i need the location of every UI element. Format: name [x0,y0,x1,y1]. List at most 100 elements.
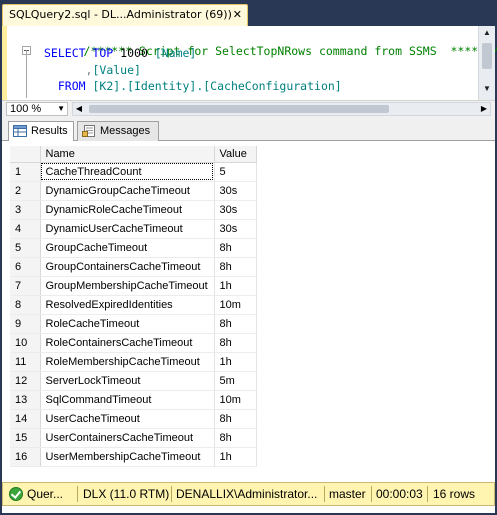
name-cell[interactable]: DynamicGroupCacheTimeout [40,181,215,201]
name-cell[interactable]: RoleCacheTimeout [40,314,215,334]
chevron-down-icon[interactable]: ▼ [57,103,65,115]
name-cell[interactable]: GroupMembershipCacheTimeout [40,276,215,296]
scroll-up-icon[interactable]: ▲ [482,28,492,40]
row-number-cell[interactable]: 12 [10,371,41,391]
name-cell[interactable]: SqlCommandTimeout [40,390,215,410]
row-number-cell[interactable]: 15 [10,428,41,448]
name-cell[interactable]: RoleContainersCacheTimeout [40,333,215,353]
messages-icon [82,125,95,137]
close-icon[interactable]: ✕ [233,5,242,25]
row-number-cell[interactable]: 16 [10,447,41,467]
row-number-cell[interactable]: 10 [10,333,41,353]
value-cell[interactable]: 8h [214,409,257,429]
status-server: DLX (11.0 RTM) [83,487,170,501]
code-table-name: [K2].[Identity].[CacheConfiguration] [92,79,342,93]
name-cell[interactable]: GroupCacheTimeout [40,238,215,258]
name-cell[interactable]: ResolvedExpiredIdentities [40,295,215,315]
value-cell[interactable]: 8h [214,314,257,334]
row-number-cell[interactable]: 1 [10,162,41,182]
row-number-cell[interactable]: 4 [10,219,41,239]
value-cell[interactable]: 1h [214,447,257,467]
row-number-cell[interactable]: 14 [10,409,41,429]
value-cell[interactable]: 30s [214,219,257,239]
value-cell[interactable]: 10m [214,390,257,410]
sql-editor[interactable]: /****** Script for SelectTopNRows comman… [2,26,497,100]
scroll-left-icon[interactable]: ◀ [73,103,85,115]
tab-messages[interactable]: Messages [77,121,159,141]
scroll-thumb[interactable] [482,43,492,69]
table-row[interactable]: 7 GroupMembershipCacheTimeout 1h [10,276,257,296]
status-user: DENALLIX\Administrator... [176,487,318,501]
editor-horizontal-scrollbar[interactable]: ◀ ▶ [72,102,491,116]
code-line-4: FROM [K2].[Identity].[CacheConfiguration… [44,79,342,93]
document-tab-bar: SQLQuery2.sql - DL...Administrator (69))… [0,0,497,26]
name-cell[interactable]: UserContainersCacheTimeout [40,428,215,448]
table-row[interactable]: 9 RoleCacheTimeout 8h [10,314,257,334]
value-cell[interactable]: 30s [214,181,257,201]
table-row[interactable]: 12 ServerLockTimeout 5m [10,371,257,391]
table-row[interactable]: 4 DynamicUserCacheTimeout 30s [10,219,257,239]
name-cell[interactable]: UserMembershipCacheTimeout [40,447,215,467]
status-separator [324,486,325,502]
zoom-value: 100 % [10,103,42,115]
name-cell[interactable]: RoleMembershipCacheTimeout [40,352,215,372]
value-cell[interactable]: 30s [214,200,257,220]
table-row[interactable]: 11 RoleMembershipCacheTimeout 1h [10,352,257,372]
table-row[interactable]: 13 SqlCommandTimeout 10m [10,390,257,410]
name-cell[interactable]: DynamicUserCacheTimeout [40,219,215,239]
value-cell[interactable]: 8h [214,333,257,353]
success-check-icon [9,487,23,501]
value-cell[interactable]: 8h [214,428,257,448]
status-query: Quer... [27,487,64,501]
row-number-cell[interactable]: 13 [10,390,41,410]
table-row[interactable]: 8 ResolvedExpiredIdentities 10m [10,295,257,315]
row-number-cell[interactable]: 2 [10,181,41,201]
row-number-cell[interactable]: 9 [10,314,41,334]
table-row[interactable]: 6 GroupContainersCacheTimeout 8h [10,257,257,277]
results-grid: Name Value 1 CacheThreadCount 5 2 DynamicGro… [10,146,257,467]
table-row[interactable]: 15 UserContainersCacheTimeout 8h [10,428,257,448]
tab-results[interactable]: Results [8,121,74,142]
table-row[interactable]: 2 DynamicGroupCacheTimeout 30s [10,181,257,201]
row-number-cell[interactable]: 5 [10,238,41,258]
name-cell[interactable]: DynamicRoleCacheTimeout [40,200,215,220]
status-elapsed-time: 00:00:03 [376,487,423,501]
zoom-select[interactable]: 100 % ▼ [6,102,68,116]
editor-vertical-scrollbar[interactable]: ▲ ▼ [478,26,495,100]
value-cell[interactable]: 1h [214,352,257,372]
name-cell[interactable]: GroupContainersCacheTimeout [40,257,215,277]
table-row[interactable]: 10 RoleContainersCacheTimeout 8h [10,333,257,353]
name-cell[interactable]: UserCacheTimeout [40,409,215,429]
document-tab[interactable]: SQLQuery2.sql - DL...Administrator (69))… [2,4,248,26]
code-line-2: SELECT TOP 1000 [Name] [44,46,196,60]
scroll-down-icon[interactable]: ▼ [482,84,492,96]
scroll-right-icon[interactable]: ▶ [478,103,490,115]
value-cell[interactable]: 1h [214,276,257,296]
name-cell[interactable]: CacheThreadCount [40,162,215,182]
row-number-cell[interactable]: 7 [10,276,41,296]
table-row[interactable]: 16 UserMembershipCacheTimeout 1h [10,447,257,467]
value-cell[interactable]: 10m [214,295,257,315]
name-cell[interactable]: ServerLockTimeout [40,371,215,391]
table-row[interactable]: 3 DynamicRoleCacheTimeout 30s [10,200,257,220]
results-grid-area: Name Value 1 CacheThreadCount 5 2 DynamicGro… [2,141,495,481]
table-row[interactable]: 14 UserCacheTimeout 8h [10,409,257,429]
row-number-header[interactable] [10,146,41,163]
value-cell[interactable]: 8h [214,238,257,258]
value-cell[interactable]: 5 [214,162,257,182]
row-number-cell[interactable]: 11 [10,352,41,372]
column-header-name[interactable]: Name [40,146,215,163]
row-number-cell[interactable]: 6 [10,257,41,277]
tab-results-label: Results [31,125,68,137]
table-row[interactable]: 1 CacheThreadCount 5 [10,162,257,182]
horizontal-scroll-thumb[interactable] [89,105,389,113]
row-number-cell[interactable]: 8 [10,295,41,315]
row-number-cell[interactable]: 3 [10,200,41,220]
query-window: /****** Script for SelectTopNRows comman… [2,26,497,513]
status-separator [371,486,372,502]
table-row[interactable]: 5 GroupCacheTimeout 8h [10,238,257,258]
status-separator [77,486,78,502]
value-cell[interactable]: 5m [214,371,257,391]
column-header-value[interactable]: Value [214,146,257,163]
value-cell[interactable]: 8h [214,257,257,277]
